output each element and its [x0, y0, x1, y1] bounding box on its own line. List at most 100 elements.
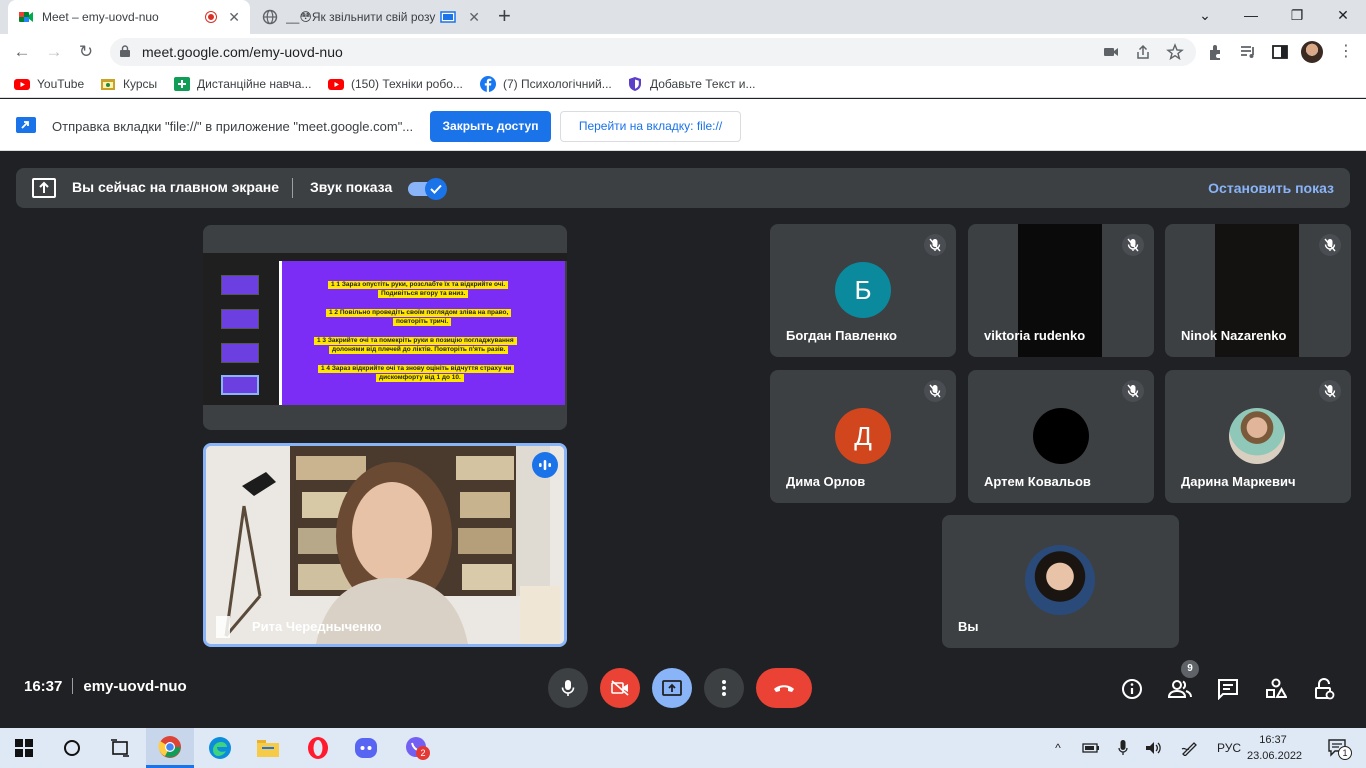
browser-toolbar: ← → ↻ meet.google.com/emy-uovd-nuo ⋮	[0, 34, 1366, 70]
active-speaker-tile[interactable]: Рита Чередныченко	[203, 443, 567, 647]
tab-article[interactable]: __😳Як звільнити свій розу ✕	[252, 0, 490, 34]
reload-button[interactable]: ↻	[74, 40, 98, 64]
camera-in-use-icon[interactable]	[1102, 43, 1120, 61]
participant-tile[interactable]: viktoria rudenko	[968, 224, 1154, 357]
chrome-menu-icon[interactable]: ⋮	[1338, 41, 1354, 61]
participant-tile[interactable]: Дарина Маркевич	[1165, 370, 1351, 503]
bookmark-label: (150) Техніки робо...	[351, 77, 463, 91]
bookmark-distance-learning[interactable]: Дистанційне навча...	[174, 76, 311, 92]
bookmark-add-text[interactable]: Добавьте Текст и...	[627, 76, 756, 92]
bookmark-youtube[interactable]: YouTube	[14, 76, 84, 92]
forward-button[interactable]: →	[42, 40, 66, 64]
presentation-audio-toggle[interactable]	[408, 178, 447, 200]
taskbar-chrome[interactable]	[146, 728, 194, 768]
microphone-button[interactable]	[548, 668, 588, 708]
close-window-button[interactable]: ✕	[1320, 0, 1366, 30]
go-to-tab-button[interactable]: Перейти на вкладку: file://	[560, 111, 741, 142]
screen-share-tab-icon	[440, 11, 457, 23]
participant-tile[interactable]: Артем Ковальов	[968, 370, 1154, 503]
camera-off-icon	[611, 680, 629, 696]
bookmark-star-icon[interactable]	[1166, 43, 1184, 61]
stop-presenting-button[interactable]: Остановить показ	[1208, 180, 1334, 196]
self-tile[interactable]: Вы	[942, 515, 1179, 648]
extensions-icon[interactable]	[1206, 42, 1226, 62]
participant-name: Дарина Маркевич	[1181, 474, 1296, 489]
slide-text: дискомфорту від 1 до 10.	[376, 374, 464, 382]
clock-date: 23.06.2022	[1247, 750, 1303, 762]
notification-badge: 1	[1338, 746, 1352, 760]
slide-text: Подивіться вгору та вниз.	[378, 290, 469, 298]
pen-icon[interactable]	[1178, 738, 1202, 758]
participant-tile[interactable]: Д Дима Орлов	[770, 370, 956, 503]
youtube-icon	[14, 79, 30, 90]
mic-off-icon	[924, 380, 946, 402]
avatar	[1033, 408, 1089, 464]
chat-icon[interactable]	[1216, 677, 1240, 701]
presentation-tile[interactable]: 1 1 Зараз опустіть руки, розслабте їх та…	[203, 225, 567, 430]
slide-thumbnails	[203, 261, 279, 405]
classroom-icon	[174, 77, 190, 91]
lock-icon	[120, 45, 130, 57]
tab-search-icon[interactable]: ⌄	[1182, 0, 1228, 30]
slide-text: 1 3 Закрийте очі та помекріть руки в поз…	[314, 337, 517, 345]
taskbar-edge[interactable]	[196, 728, 244, 768]
tab-meet[interactable]: Meet – emy-uovd-nuo ✕	[8, 0, 250, 34]
profile-avatar[interactable]	[1301, 41, 1323, 63]
microphone-icon[interactable]	[1112, 738, 1134, 758]
activities-icon[interactable]	[1264, 677, 1288, 701]
stop-sharing-access-button[interactable]: Закрыть доступ	[430, 111, 551, 142]
taskbar-opera[interactable]	[294, 728, 342, 768]
mic-off-icon	[1122, 234, 1144, 256]
notifications-icon[interactable]: 1	[1320, 738, 1356, 760]
tab-title: __😳Як звільнити свій розу	[286, 10, 436, 24]
meeting-details: 16:37 emy-uovd-nuo	[24, 678, 187, 695]
start-button[interactable]	[0, 728, 48, 768]
close-tab-icon[interactable]: ✕	[228, 9, 240, 26]
close-tab-icon[interactable]: ✕	[468, 9, 480, 26]
taskbar-viber[interactable]: 2	[392, 728, 440, 768]
meet-favicon-icon	[19, 12, 33, 22]
more-options-button[interactable]	[704, 668, 744, 708]
maximize-button[interactable]: ❐	[1274, 0, 1320, 30]
taskbar-file-explorer[interactable]	[244, 728, 292, 768]
task-view-button[interactable]	[96, 728, 144, 768]
check-icon	[425, 178, 447, 200]
avatar: Д	[835, 408, 891, 464]
share-icon[interactable]	[1134, 43, 1152, 61]
sharing-infobar: Отправка вкладки "file://" в приложение …	[0, 99, 1366, 151]
media-control-icon[interactable]	[1238, 42, 1258, 62]
bookmark-psychological[interactable]: (7) Психологічний...	[480, 76, 612, 92]
taskbar-discord[interactable]	[342, 728, 390, 768]
address-bar[interactable]: meet.google.com/emy-uovd-nuo	[110, 38, 1196, 66]
show-hidden-icons[interactable]: ^	[1048, 738, 1068, 758]
new-tab-button[interactable]: +	[498, 5, 511, 27]
mic-off-icon	[924, 234, 946, 256]
people-icon[interactable]	[1168, 677, 1192, 701]
youtube-icon	[328, 79, 344, 90]
meeting-info-icon[interactable]	[1120, 677, 1144, 701]
language-indicator[interactable]: РУС	[1212, 738, 1246, 758]
system-clock[interactable]: 16:37 23.06.2022	[1247, 732, 1303, 764]
battery-icon[interactable]	[1080, 738, 1102, 758]
leave-call-button[interactable]	[756, 668, 812, 708]
bookmark-courses[interactable]: Курсы	[100, 76, 157, 92]
microphone-icon	[561, 680, 575, 696]
minimize-button[interactable]: —	[1228, 0, 1274, 30]
search-button[interactable]	[48, 728, 96, 768]
clock-time: 16:37	[1259, 734, 1287, 746]
slide-thumbnail	[221, 275, 259, 295]
participant-tile[interactable]: Ninok Nazarenko	[1165, 224, 1351, 357]
speaking-indicator-icon	[532, 452, 558, 478]
chrome-icon	[158, 735, 181, 758]
bookmark-techniques[interactable]: (150) Техніки робо...	[328, 76, 463, 92]
slide-thumbnail-selected	[221, 375, 259, 395]
volume-icon[interactable]	[1143, 738, 1165, 758]
side-panel-icon[interactable]	[1270, 42, 1290, 62]
camera-off-button[interactable]	[600, 668, 640, 708]
host-controls-icon[interactable]	[1312, 677, 1336, 701]
facebook-icon	[480, 76, 496, 92]
back-button[interactable]: ←	[10, 40, 34, 64]
participant-tile[interactable]: Б Богдан Павленко	[770, 224, 956, 357]
bookmarks-bar: YouTube Курсы Дистанційне навча... (150)…	[0, 70, 1366, 98]
present-now-button[interactable]	[652, 668, 692, 708]
